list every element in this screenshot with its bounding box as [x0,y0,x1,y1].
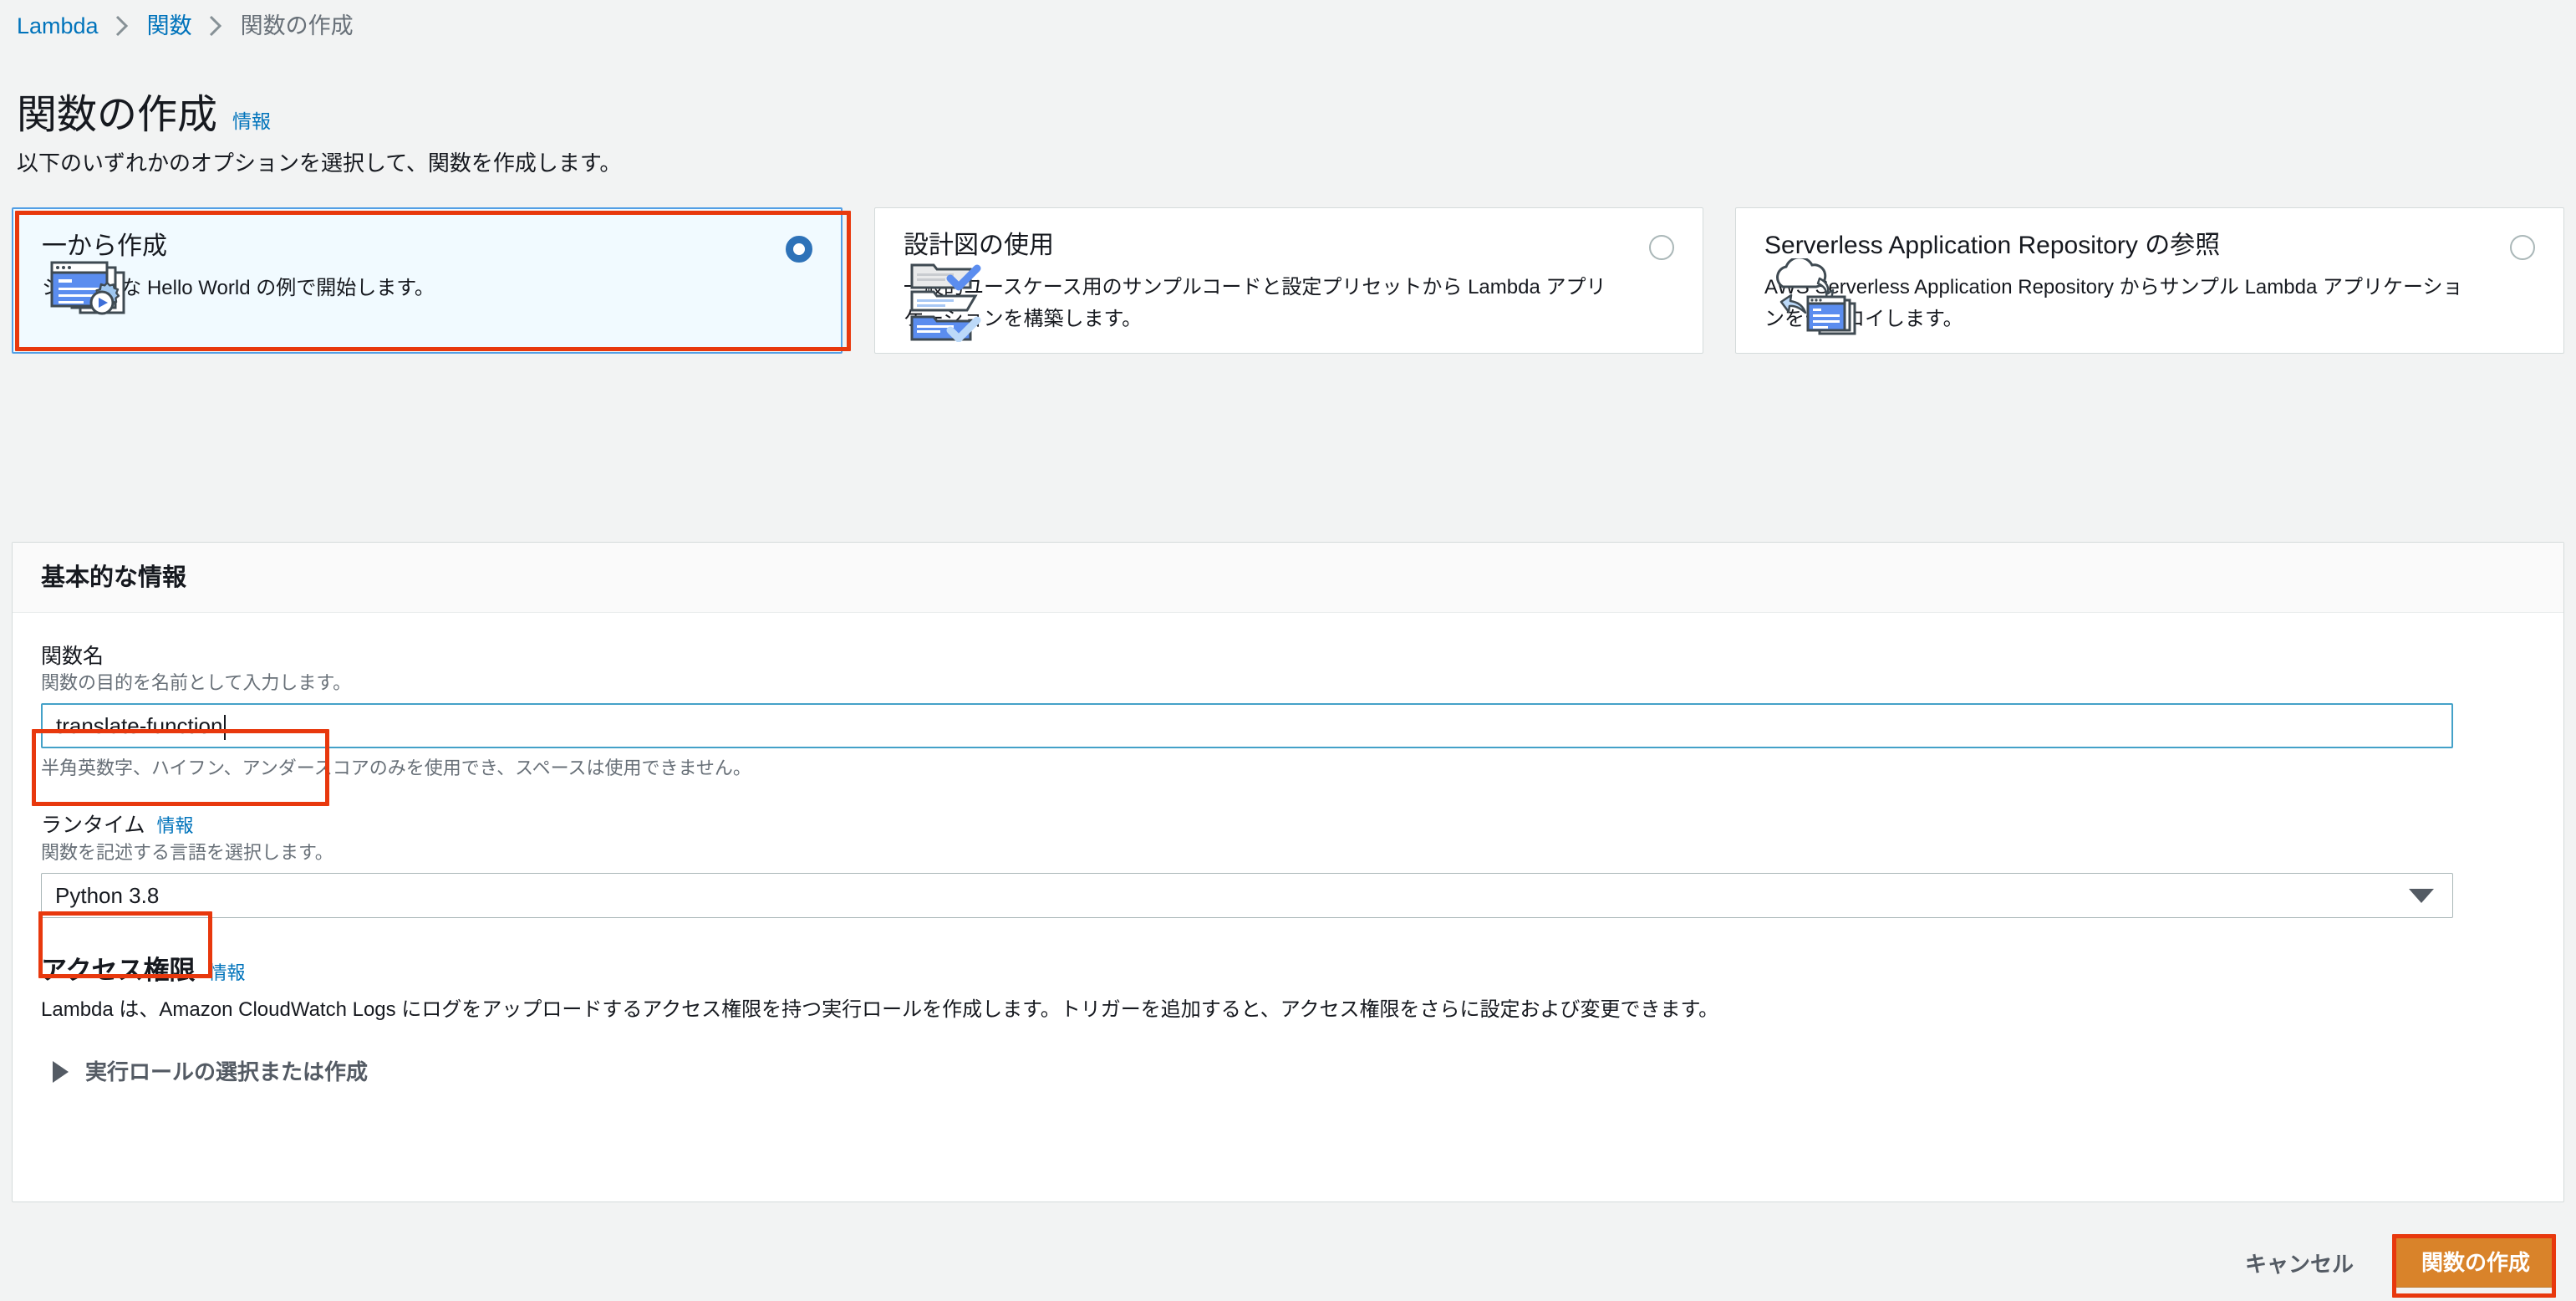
chevron-down-icon [2409,888,2434,903]
option-card-scratch-head: 一から作成 [42,231,812,263]
basic-information-panel-body: 関数名 関数の目的を名前として入力します。 translate-function… [13,613,2563,1085]
runtime-select-value: Python 3.8 [55,882,160,908]
cloud-deploy-windows-icon [1768,256,1868,346]
option-card-blueprint-head: 設計図の使用 [904,230,1674,262]
execution-role-expander[interactable]: 実行ロールの選択または作成 [53,1059,2535,1085]
text-cursor [224,715,227,740]
function-name-input[interactable]: translate-function [41,703,2453,748]
runtime-select[interactable]: Python 3.8 [41,873,2453,918]
breadcrumb-separator-icon [114,14,132,38]
function-name-label: 関数名 [41,645,104,668]
option-card-scratch-description: シンプルな Hello World の例で開始します。 [42,277,435,299]
breadcrumb-item-functions[interactable]: 関数 [147,12,192,40]
page-title-info-link[interactable]: 情報 [232,105,271,134]
function-name-input-value: translate-function [56,712,223,738]
permissions-info-link[interactable]: 情報 [208,958,245,985]
page-title: 関数の作成 [17,93,218,138]
runtime-label: ランタイム [41,814,145,837]
breadcrumb-separator-icon-2 [207,14,226,38]
basic-information-title: 基本的な情報 [41,564,187,591]
runtime-label-row: ランタイム 情報 [41,812,2535,839]
runtime-info-link[interactable]: 情報 [157,813,194,839]
option-card-blueprint-radio[interactable] [1649,235,1674,260]
option-card-serverless-app-repo-description: AWS Serverless Application Repository から… [1764,276,2463,330]
option-card-serverless-app-repo-head: Serverless Application Repository の参照 [1764,230,2535,262]
blueprint-checklist-icon [907,258,1007,346]
option-card-blueprint-description: 一般的ユースケース用のサンプルコードと設定プリセットから Lambda アプリケ… [904,276,1606,330]
execution-role-expander-label: 実行ロールの選択または作成 [85,1059,369,1084]
triangle-right-icon [53,1061,69,1083]
permissions-title: アクセス権限 [41,956,196,985]
runtime-hint: 関数を記述する言語を選択します。 [41,842,333,863]
option-card-blueprint-title: 設計図の使用 [904,232,1054,259]
option-card-scratch-radio[interactable] [786,236,812,263]
function-name-helper-text: 半角英数字、ハイフン、アンダースコアのみを使用でき、スペースは使用できません。 [41,758,751,778]
create-function-page: Lambda 関数 関数の作成 関数の作成 情報 以下のいずれかのオプションを選… [0,0,2576,1301]
option-card-blueprint[interactable]: 設計図の使用 一般的ユースケース用のサンプルコードと設定プリセットから Lamb… [874,207,1703,354]
option-card-scratch[interactable]: 一から作成 シンプルな Hello World の例で開始します。 [12,207,843,354]
form-actions: キャンセル 関数の作成 [2240,1237,2556,1288]
option-card-serverless-app-repo[interactable]: Serverless Application Repository の参照 AW… [1735,207,2564,354]
breadcrumb-item-lambda[interactable]: Lambda [17,12,99,40]
creation-option-cards: 一から作成 シンプルな Hello World の例で開始します。 設計図の使用… [12,207,2564,354]
browser-window-gear-play-icon [45,258,145,345]
function-name-hint: 関数の目的を名前として入力します。 [41,672,352,693]
option-card-serverless-app-repo-title: Serverless Application Repository の参照 [1764,232,2221,259]
permissions-title-row: アクセス権限 情報 [41,955,2535,987]
breadcrumb: Lambda 関数 関数の作成 [17,12,354,40]
permissions-description: Lambda は、Amazon CloudWatch Logs にログをアップロ… [41,998,1719,1021]
option-card-serverless-app-repo-radio[interactable] [2510,235,2535,260]
create-function-button[interactable]: 関数の作成 [2395,1237,2556,1288]
basic-information-panel-header: 基本的な情報 [13,543,2563,613]
page-description: 以下のいずれかのオプションを選択して、関数を作成します。 [17,151,622,176]
breadcrumb-item-create-function: 関数の作成 [240,13,354,38]
basic-information-panel: 基本的な情報 関数名 関数の目的を名前として入力します。 translate-f… [12,542,2564,1202]
cancel-button[interactable]: キャンセル [2240,1239,2359,1287]
